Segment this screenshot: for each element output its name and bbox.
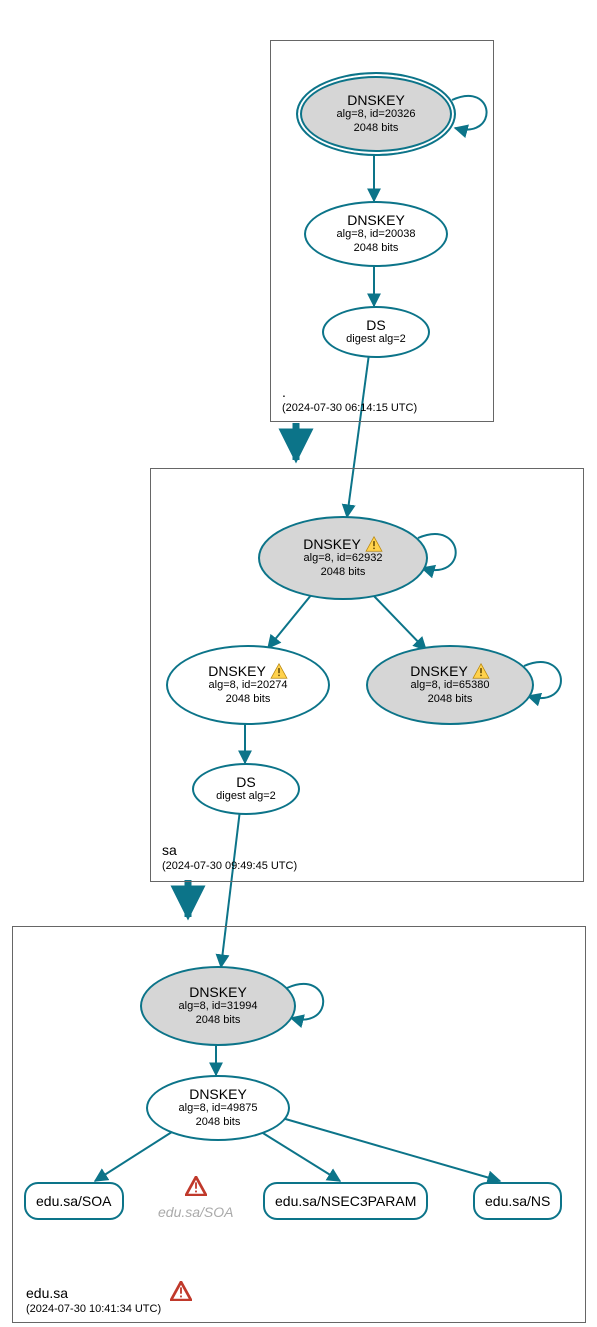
node-sa-ksk[interactable]: DNSKEY alg=8, id=62932 2048 bits [258,516,428,600]
node-label: DNSKEY [303,536,361,552]
node-sub1: alg=8, id=62932 [304,552,383,566]
node-sub2: 2048 bits [196,1116,241,1130]
node-sa-zsk[interactable]: DNSKEY alg=8, id=20274 2048 bits [166,645,330,725]
rr-soa[interactable]: edu.sa/SOA [24,1182,124,1220]
dnssec-diagram: . (2024-07-30 06:14:15 UTC) sa (2024-07-… [0,0,597,1327]
node-sub2: 2048 bits [196,1014,241,1028]
zone-root-time: (2024-07-30 06:14:15 UTC) [282,402,417,414]
node-sub1: alg=8, id=20326 [337,108,416,122]
warning-icon [365,536,383,552]
node-sub1: alg=8, id=20038 [337,228,416,242]
warning-icon [270,663,288,679]
rr-label: edu.sa/SOA [36,1193,112,1209]
zone-edu-box [12,926,586,1323]
node-sub2: 2048 bits [428,693,473,707]
node-label: DNSKEY [410,663,468,679]
rr-nsec3param[interactable]: edu.sa/NSEC3PARAM [263,1182,428,1220]
node-sub1: digest alg=2 [346,333,406,347]
node-sub2: 2048 bits [354,122,399,136]
node-root-zsk[interactable]: DNSKEY alg=8, id=20038 2048 bits [304,201,448,267]
zone-sa-name: sa [162,842,177,858]
node-sub2: 2048 bits [321,566,366,580]
node-root-ksk[interactable]: DNSKEY alg=8, id=20326 2048 bits [296,72,456,156]
node-sub2: 2048 bits [354,242,399,256]
rr-label: edu.sa/SOA [158,1204,234,1220]
node-sub2: 2048 bits [226,693,271,707]
node-sa-ds[interactable]: DS digest alg=2 [192,763,300,815]
node-edu-ksk[interactable]: DNSKEY alg=8, id=31994 2048 bits [140,966,296,1046]
rr-label: edu.sa/NSEC3PARAM [275,1193,416,1209]
rr-soa-ghost: edu.sa/SOA [148,1200,244,1224]
warning-icon [472,663,490,679]
node-sa-zsk2[interactable]: DNSKEY alg=8, id=65380 2048 bits [366,645,534,725]
node-sub1: alg=8, id=65380 [411,679,490,693]
zone-edu-name: edu.sa [26,1285,68,1301]
zone-sa-time: (2024-07-30 09:49:45 UTC) [162,860,297,872]
zone-edu-time: (2024-07-30 10:41:34 UTC) [26,1303,161,1315]
error-icon [185,1176,207,1196]
node-sub1: alg=8, id=49875 [179,1102,258,1116]
node-label: DNSKEY [347,212,405,228]
node-root-ds[interactable]: DS digest alg=2 [322,306,430,358]
zone-root-name: . [282,384,286,400]
rr-ns[interactable]: edu.sa/NS [473,1182,562,1220]
node-sub1: digest alg=2 [216,790,276,804]
rr-label: edu.sa/NS [485,1193,550,1209]
node-label: DS [236,774,255,790]
node-label: DNSKEY [208,663,266,679]
error-icon [170,1281,192,1301]
node-sub1: alg=8, id=31994 [179,1000,258,1014]
node-label: DS [366,317,385,333]
node-sub1: alg=8, id=20274 [209,679,288,693]
node-label: DNSKEY [189,984,247,1000]
node-edu-zsk[interactable]: DNSKEY alg=8, id=49875 2048 bits [146,1075,290,1141]
zone-edu-error-icon [170,1281,192,1306]
node-label: DNSKEY [347,92,405,108]
node-label: DNSKEY [189,1086,247,1102]
